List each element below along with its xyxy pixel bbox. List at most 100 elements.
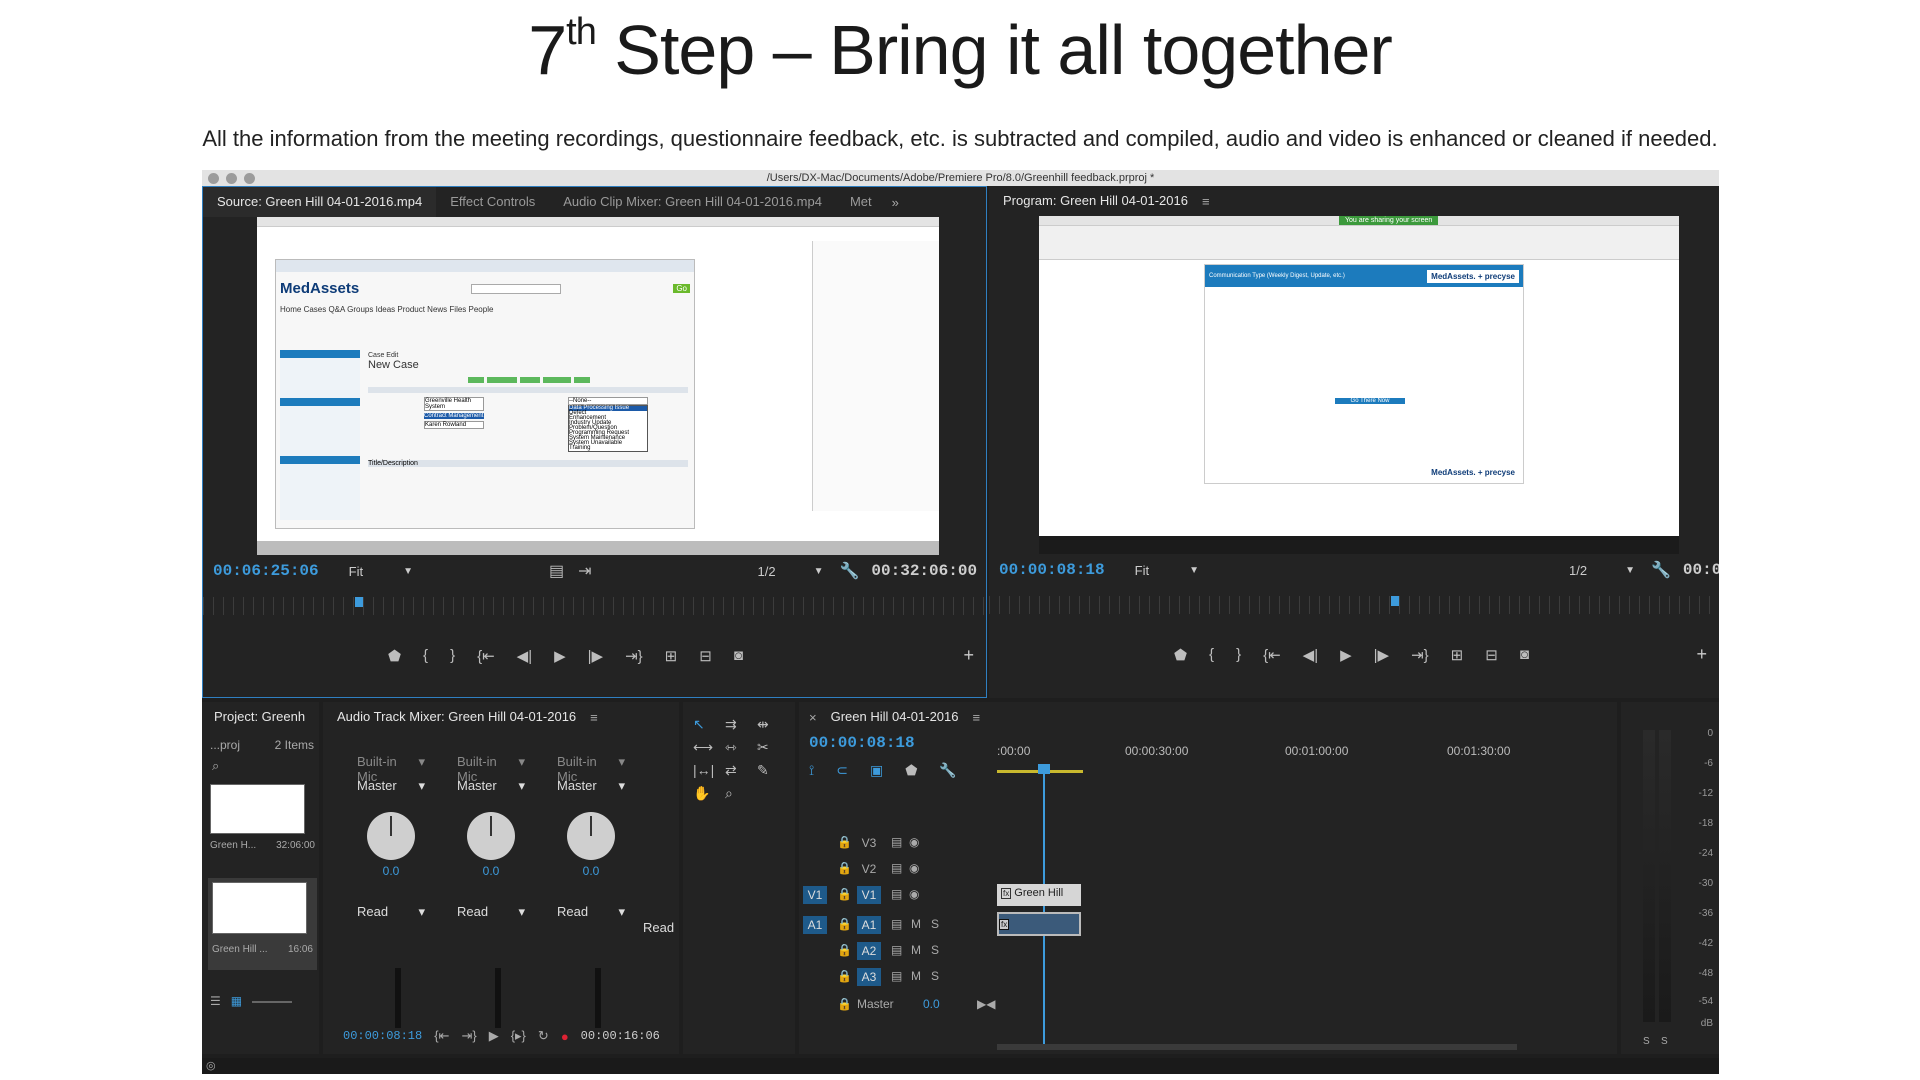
close-window-button[interactable] — [208, 173, 219, 184]
close-icon[interactable]: × — [799, 710, 817, 725]
mark-out-icon[interactable]: } — [1236, 646, 1241, 664]
list-view-icon[interactable]: ☰ — [210, 994, 221, 1008]
program-fit-select[interactable]: Fit — [1135, 563, 1149, 578]
solo-right-button[interactable]: S — [1661, 1036, 1668, 1047]
chevron-down-icon[interactable]: ▼ — [403, 566, 413, 577]
fader-track[interactable] — [395, 968, 401, 1028]
eye-icon[interactable]: ◉ — [909, 887, 919, 901]
search-go-button[interactable]: Go — [673, 284, 690, 293]
add-button-icon[interactable]: + — [1696, 644, 1707, 665]
solo-icon[interactable]: S — [931, 943, 939, 957]
submit-attach-button[interactable] — [487, 377, 517, 383]
source-timecode-in[interactable]: 00:06:25:06 — [213, 562, 319, 580]
hand-tool-icon[interactable]: ✋ — [693, 785, 719, 802]
film-icon[interactable]: ▤ — [549, 561, 564, 581]
account-name-field[interactable]: Greenville Health System — [424, 397, 484, 411]
output-select[interactable]: Master ▾ — [451, 778, 531, 796]
chevron-down-icon[interactable]: ▼ — [1189, 565, 1199, 576]
tab-sequence[interactable]: Green Hill 04-01-2016 — [817, 702, 973, 732]
lock-icon[interactable]: 🔒 — [837, 861, 852, 875]
sync-icon[interactable]: ▤ — [891, 969, 902, 983]
tab-metadata[interactable]: Met — [836, 187, 886, 217]
lock-icon[interactable]: 🔒 — [837, 997, 852, 1011]
go-to-out-icon[interactable]: ⇥} — [1411, 646, 1429, 664]
play-icon[interactable]: ▶ — [489, 1028, 499, 1044]
save-new-button[interactable] — [520, 377, 540, 383]
record-icon[interactable]: ● — [561, 1029, 569, 1044]
solo-icon[interactable]: S — [931, 917, 939, 931]
chevron-down-icon[interactable]: ▼ — [1625, 565, 1635, 576]
add-marker-icon[interactable]: ⬟ — [1174, 646, 1187, 664]
sync-icon[interactable]: ▤ — [891, 835, 902, 849]
mixer-timecode-in[interactable]: 00:00:08:18 — [343, 1029, 422, 1043]
add-marker-icon[interactable]: ⬟ — [388, 647, 401, 665]
project-clip[interactable]: Green H... 32:06:00 — [210, 784, 315, 864]
tab-audio-clip-mixer[interactable]: Audio Clip Mixer: Green Hill 04-01-2016.… — [549, 187, 836, 217]
snap-icon[interactable]: ⟟ — [809, 762, 814, 779]
output-select[interactable]: Master ▾ — [551, 778, 631, 796]
program-time-ruler[interactable] — [989, 596, 1719, 614]
source-fit-select[interactable]: Fit — [349, 564, 363, 579]
input-select[interactable]: Built-in Mic ▾ — [351, 754, 431, 784]
panel-menu-icon[interactable]: ≡ — [973, 710, 981, 725]
zoom-tool-icon[interactable]: ⌕ — [725, 785, 751, 802]
ripple-edit-tool-icon[interactable]: ⇹ — [757, 716, 783, 733]
mute-icon[interactable]: M — [911, 917, 921, 931]
automation-mode[interactable]: Read — [643, 920, 679, 938]
tab-effect-controls[interactable]: Effect Controls — [436, 187, 549, 217]
automation-mode[interactable]: Read ▾ — [451, 904, 531, 922]
go-to-in-icon[interactable]: {⇤ — [434, 1028, 449, 1044]
mark-out-icon[interactable]: } — [450, 647, 455, 665]
automation-mode[interactable]: Read ▾ — [551, 904, 631, 922]
add-button-icon[interactable]: + — [963, 645, 974, 666]
track-name[interactable]: V2 — [857, 860, 881, 878]
mute-icon[interactable]: M — [911, 943, 921, 957]
tab-audio-track-mixer[interactable]: Audio Track Mixer: Green Hill 04-01-2016 — [323, 702, 590, 732]
source-resolution-select[interactable]: 1/2 — [758, 564, 776, 579]
rolling-edit-tool-icon[interactable]: ⟷ — [693, 739, 719, 756]
fader-track[interactable] — [595, 968, 601, 1028]
track-name[interactable]: A2 — [857, 942, 881, 960]
play-icon[interactable]: ▶ — [1340, 646, 1352, 664]
timeline-scrollbar[interactable] — [997, 1044, 1517, 1050]
tab-source[interactable]: Source: Green Hill 04-01-2016.mp4 — [203, 187, 437, 217]
solo-icon[interactable]: S — [931, 969, 939, 983]
track-name[interactable]: A3 — [857, 968, 881, 986]
category-options-list[interactable]: Data Processing Issue Defect Enhancement… — [568, 405, 648, 452]
tab-program[interactable]: Program: Green Hill 04-01-2016 — [989, 186, 1202, 216]
track-select-tool-icon[interactable]: ⇉ — [725, 716, 751, 733]
case-category-select[interactable]: --None-- — [568, 397, 648, 405]
cancel-case-button[interactable] — [574, 377, 590, 383]
skip-icon[interactable]: ▶◀ — [977, 997, 995, 1011]
source-patch[interactable]: A1 — [803, 916, 827, 934]
sync-icon[interactable]: ▤ — [891, 943, 902, 957]
go-to-out-icon[interactable]: ⇥} — [625, 647, 643, 665]
search-box[interactable] — [471, 283, 562, 294]
check-spelling-button[interactable] — [543, 377, 571, 383]
go-to-out-icon[interactable]: ⇥} — [461, 1028, 476, 1044]
sync-icon[interactable]: ▤ — [891, 887, 902, 901]
chevron-down-icon[interactable]: ▼ — [814, 566, 824, 577]
timeline-ruler[interactable]: :00:00 00:00:30:00 00:01:00:00 00:01:30:… — [997, 738, 1517, 784]
program-resolution-select[interactable]: 1/2 — [1569, 563, 1587, 578]
slide-tool-icon[interactable]: ⇄ — [725, 762, 751, 779]
source-playhead[interactable] — [355, 597, 363, 607]
source-patch[interactable]: V1 — [803, 886, 827, 904]
camera-icon[interactable]: ◙ — [734, 647, 743, 665]
sync-icon[interactable]: ▤ — [891, 861, 902, 875]
minimize-window-button[interactable] — [226, 173, 237, 184]
eye-icon[interactable]: ◉ — [909, 861, 919, 875]
wrench-icon[interactable]: 🔧 — [840, 561, 860, 581]
mute-icon[interactable]: M — [911, 969, 921, 983]
go-there-now-button[interactable]: Go There Now — [1335, 398, 1405, 404]
source-time-ruler[interactable] — [203, 597, 986, 615]
pan-knob[interactable] — [567, 812, 615, 860]
step-back-icon[interactable]: ◀| — [1303, 646, 1318, 664]
category-option[interactable]: Training — [569, 445, 647, 451]
track-name[interactable]: V3 — [857, 834, 881, 852]
extract-icon[interactable]: ⊟ — [1485, 646, 1498, 664]
go-to-in-icon[interactable]: {⇤ — [1263, 646, 1281, 664]
pan-value[interactable]: 0.0 — [351, 864, 431, 878]
panel-menu-icon[interactable]: ≡ — [590, 710, 598, 725]
asset-field[interactable]: Contract Management — [424, 413, 484, 419]
